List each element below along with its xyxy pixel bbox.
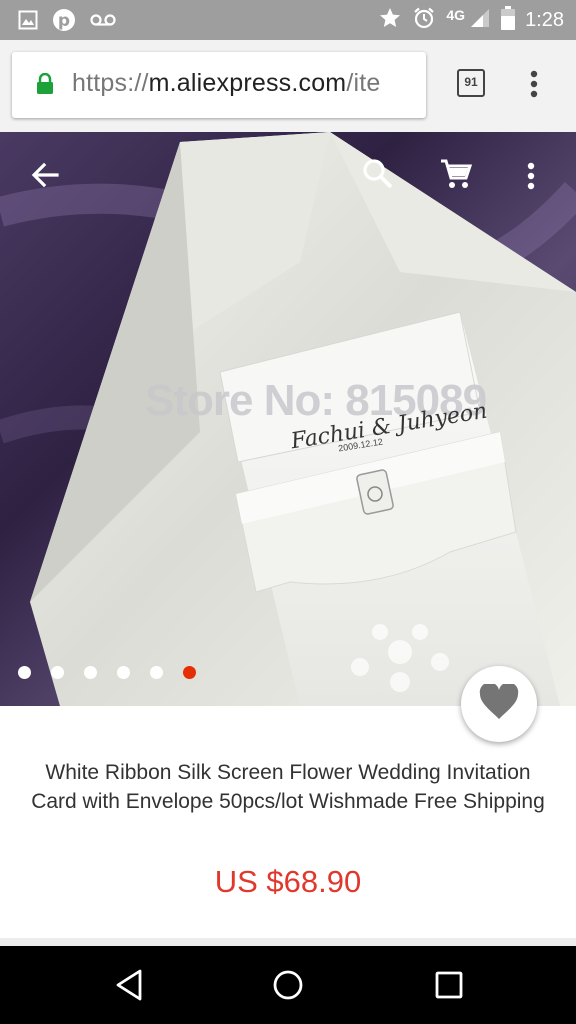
more-options-icon[interactable]: [527, 162, 535, 195]
product-info: White Ribbon Silk Screen Flower Wedding …: [0, 706, 576, 946]
url-scheme: https://: [72, 69, 149, 97]
carousel-indicator: [18, 666, 196, 679]
browser-toolbar: https://m.aliexpress.com/ite 91: [0, 40, 576, 132]
divider: [0, 938, 576, 946]
signal-icon: [469, 7, 491, 34]
url-host: m.aliexpress.com: [148, 69, 347, 97]
star-icon: [378, 6, 402, 35]
product-image-carousel[interactable]: Store No: 815089 Fachui & Juhyeon 2009.1…: [0, 132, 576, 706]
heart-icon: [479, 681, 519, 725]
system-nav-bar: [0, 946, 576, 1024]
carousel-dot[interactable]: [51, 666, 64, 679]
search-icon[interactable]: [362, 158, 394, 195]
carousel-dot[interactable]: [150, 666, 163, 679]
pinterest-icon: p: [52, 8, 76, 37]
url-path: /ite: [346, 69, 381, 97]
alarm-icon: [412, 6, 436, 35]
battery-icon: [501, 6, 516, 35]
carousel-dot[interactable]: [117, 666, 130, 679]
image-icon: [18, 10, 38, 35]
voicemail-icon: [90, 13, 116, 32]
tab-switcher-button[interactable]: 91: [457, 69, 485, 97]
url-text[interactable]: https://m.aliexpress.com/ite: [72, 69, 422, 98]
recents-nav-icon[interactable]: [434, 968, 464, 1007]
browser-menu-icon[interactable]: [530, 70, 538, 103]
product-price: US $68.90: [214, 864, 362, 899]
lock-icon: [36, 72, 54, 100]
home-nav-icon[interactable]: [272, 968, 304, 1007]
svg-text:p: p: [58, 11, 70, 31]
back-arrow-icon[interactable]: [30, 160, 60, 195]
back-nav-icon[interactable]: [114, 968, 144, 1007]
carousel-dot[interactable]: [18, 666, 31, 679]
network-type: 4G: [446, 6, 466, 23]
product-title: White Ribbon Silk Screen Flower Wedding …: [31, 761, 545, 813]
address-bar[interactable]: https://m.aliexpress.com/ite: [12, 52, 426, 118]
clock: 1:28: [525, 9, 564, 31]
carousel-dot[interactable]: [84, 666, 97, 679]
cart-icon[interactable]: [440, 158, 473, 195]
carousel-dot-active[interactable]: [183, 666, 196, 679]
add-to-wishlist-button[interactable]: [461, 666, 537, 742]
status-bar: p 4G 1:28: [0, 0, 576, 40]
